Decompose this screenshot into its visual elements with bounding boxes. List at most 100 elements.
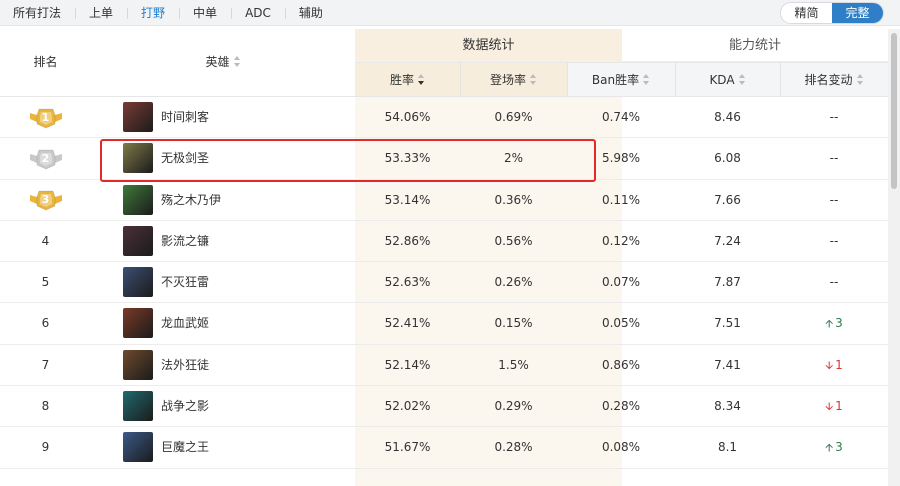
rank-medal-icon: 1	[29, 107, 63, 129]
hero-avatar[interactable]	[123, 308, 153, 339]
hero-cell[interactable]: 龙血武姬	[123, 303, 353, 344]
column-header-hero-label: 英雄	[205, 55, 230, 69]
win-rate-cell: 54.06%	[384, 110, 431, 124]
kda-cell: 7.87	[714, 275, 741, 290]
hero-cell[interactable]: 法外狂徒	[123, 345, 353, 386]
kda-cell: 7.66	[714, 192, 741, 207]
rank-cell: 8	[0, 386, 91, 427]
hero-avatar[interactable]	[123, 184, 153, 215]
rank-number: 4	[41, 233, 50, 248]
sort-icon	[530, 74, 537, 85]
tab-support[interactable]: 辅助	[284, 0, 337, 26]
win-rate-cell: 52.14%	[384, 357, 431, 372]
column-header-win-rate[interactable]: 胜率	[355, 62, 460, 96]
arrow-down-icon: 🡫	[825, 400, 834, 414]
table-row[interactable]: 6 龙血武姬 52.41% 0.15% 0.05% 7.51 🡩 3	[0, 303, 888, 345]
hero-cell[interactable]: 殇之木乃伊	[123, 180, 353, 221]
hero-name[interactable]: 无极剑圣	[161, 138, 209, 179]
hero-cell[interactable]: 时间刺客	[123, 97, 353, 138]
view-simple-button[interactable]: 精简	[781, 3, 832, 23]
rank-cell: 5	[0, 262, 91, 303]
rank-change-down: 🡫 1	[825, 358, 843, 372]
kda-cell: 6.08	[714, 151, 741, 166]
table-row[interactable]: 8 战争之影 52.02% 0.29% 0.28% 8.34 🡫 1	[0, 386, 888, 428]
column-header-pick-rate[interactable]: 登场率	[460, 62, 567, 96]
rank-change-value: --	[829, 110, 839, 124]
rank-number: 6	[41, 316, 50, 331]
rank-change-value: 3	[835, 316, 843, 331]
view-full-button[interactable]: 完整	[832, 3, 883, 23]
hero-avatar[interactable]	[123, 391, 153, 422]
rank-number: 8	[41, 399, 50, 414]
win-rate-cell: 52.02%	[384, 399, 431, 414]
rank-change-up: 🡩 3	[825, 440, 843, 454]
hero-name[interactable]: 巨魔之王	[161, 427, 209, 468]
vertical-scrollbar[interactable]	[888, 29, 900, 486]
rank-number: 2	[41, 151, 50, 165]
sort-icon	[233, 56, 241, 67]
hero-cell[interactable]: 巨魔之王	[123, 427, 353, 468]
pick-rate-cell: 0.56%	[494, 233, 533, 248]
table-row[interactable]: 5 不灭狂雷 52.63% 0.26% 0.07% 7.87 --	[0, 262, 888, 304]
hero-cell[interactable]: 不灭狂雷	[123, 262, 353, 303]
group-header-data-stats[interactable]: 数据统计	[355, 29, 622, 62]
tab-top[interactable]: 上单	[75, 0, 127, 26]
hero-name[interactable]: 时间刺客	[161, 97, 209, 138]
hero-name[interactable]: 龙血武姬	[161, 303, 209, 344]
kda-cell: 8.1	[717, 440, 738, 455]
table-body: 1 时间刺客 54.06% 0.69% 0.74% 8.46 -- 2 无极剑圣 53.33% 2%…	[0, 97, 888, 469]
table-row[interactable]: 7 法外狂徒 52.14% 1.5% 0.86% 7.41 🡫 1	[0, 345, 888, 387]
tab-mid[interactable]: 中单	[179, 0, 231, 26]
hero-name[interactable]: 法外狂徒	[161, 345, 209, 386]
hero-stats-table: 排名 英雄 数据统计 能力统计 胜率 登场率 Ban胜率 KDA 排名变动 1 时…	[0, 29, 888, 486]
hero-cell[interactable]: 影流之镰	[123, 221, 353, 262]
rank-number: 9	[41, 440, 50, 455]
table-row[interactable]: 2 无极剑圣 53.33% 2% 5.98% 6.08 --	[0, 138, 888, 180]
rank-change-value: --	[829, 233, 839, 248]
column-header-hero[interactable]: 英雄	[91, 29, 355, 96]
hero-avatar[interactable]	[123, 225, 153, 256]
pick-rate-cell: 0.29%	[494, 399, 533, 414]
pick-rate-cell: 1.5%	[498, 357, 529, 372]
hero-avatar[interactable]	[123, 143, 153, 174]
rank-change-cell: --	[780, 138, 888, 179]
hero-name[interactable]: 不灭狂雷	[161, 262, 209, 303]
hero-avatar[interactable]	[123, 349, 153, 380]
rank-change-cell: 🡩 3	[780, 303, 888, 344]
table-row[interactable]: 9 巨魔之王 51.67% 0.28% 0.08% 8.1 🡩 3	[0, 427, 888, 469]
ban-rate-cell: 0.12%	[601, 233, 641, 248]
table-row[interactable]: 4 影流之镰 52.86% 0.56% 0.12% 7.24 --	[0, 221, 888, 263]
column-header-rank: 排名	[33, 55, 58, 69]
kda-cell: 8.34	[714, 399, 741, 414]
hero-avatar[interactable]	[123, 432, 153, 463]
column-header-kda[interactable]: KDA	[675, 62, 780, 96]
hero-cell[interactable]: 无极剑圣	[123, 138, 353, 179]
column-header-ban-rate[interactable]: Ban胜率	[567, 62, 675, 96]
column-header-rank-change[interactable]: 排名变动	[780, 62, 888, 96]
hero-name[interactable]: 战争之影	[161, 386, 209, 427]
table-row[interactable]: 1 时间刺客 54.06% 0.69% 0.74% 8.46 --	[0, 97, 888, 139]
tab-all-roles[interactable]: 所有打法	[0, 0, 75, 26]
rank-change-value: --	[829, 192, 839, 207]
hero-name[interactable]: 影流之镰	[161, 221, 209, 262]
pick-rate-cell: 2%	[503, 151, 524, 166]
rank-change-cell: 🡫 1	[780, 386, 888, 427]
table-row[interactable]: 3 殇之木乃伊 53.14% 0.36% 0.11% 7.66 --	[0, 180, 888, 221]
hero-avatar[interactable]	[123, 267, 153, 298]
hero-name[interactable]: 殇之木乃伊	[161, 180, 221, 221]
hero-avatar[interactable]	[123, 102, 153, 132]
scrollbar-thumb[interactable]	[891, 33, 897, 189]
rank-medal-icon: 2	[29, 148, 63, 170]
tab-adc[interactable]: ADC	[231, 0, 285, 26]
rank-change-value: --	[829, 275, 839, 290]
kda-cell: 8.46	[714, 110, 741, 124]
rank-change-cell: --	[780, 221, 888, 262]
view-mode-toggle: 精简 完整	[780, 2, 884, 24]
group-header-ability-stats[interactable]: 能力统计	[622, 29, 888, 62]
ban-rate-cell: 0.08%	[601, 440, 641, 455]
rank-cell: 1	[0, 97, 91, 138]
tab-jungle[interactable]: 打野	[127, 0, 179, 26]
sort-icon	[856, 74, 864, 85]
column-header-rank-change-label: 排名变动	[804, 73, 853, 87]
hero-cell[interactable]: 战争之影	[123, 386, 353, 427]
